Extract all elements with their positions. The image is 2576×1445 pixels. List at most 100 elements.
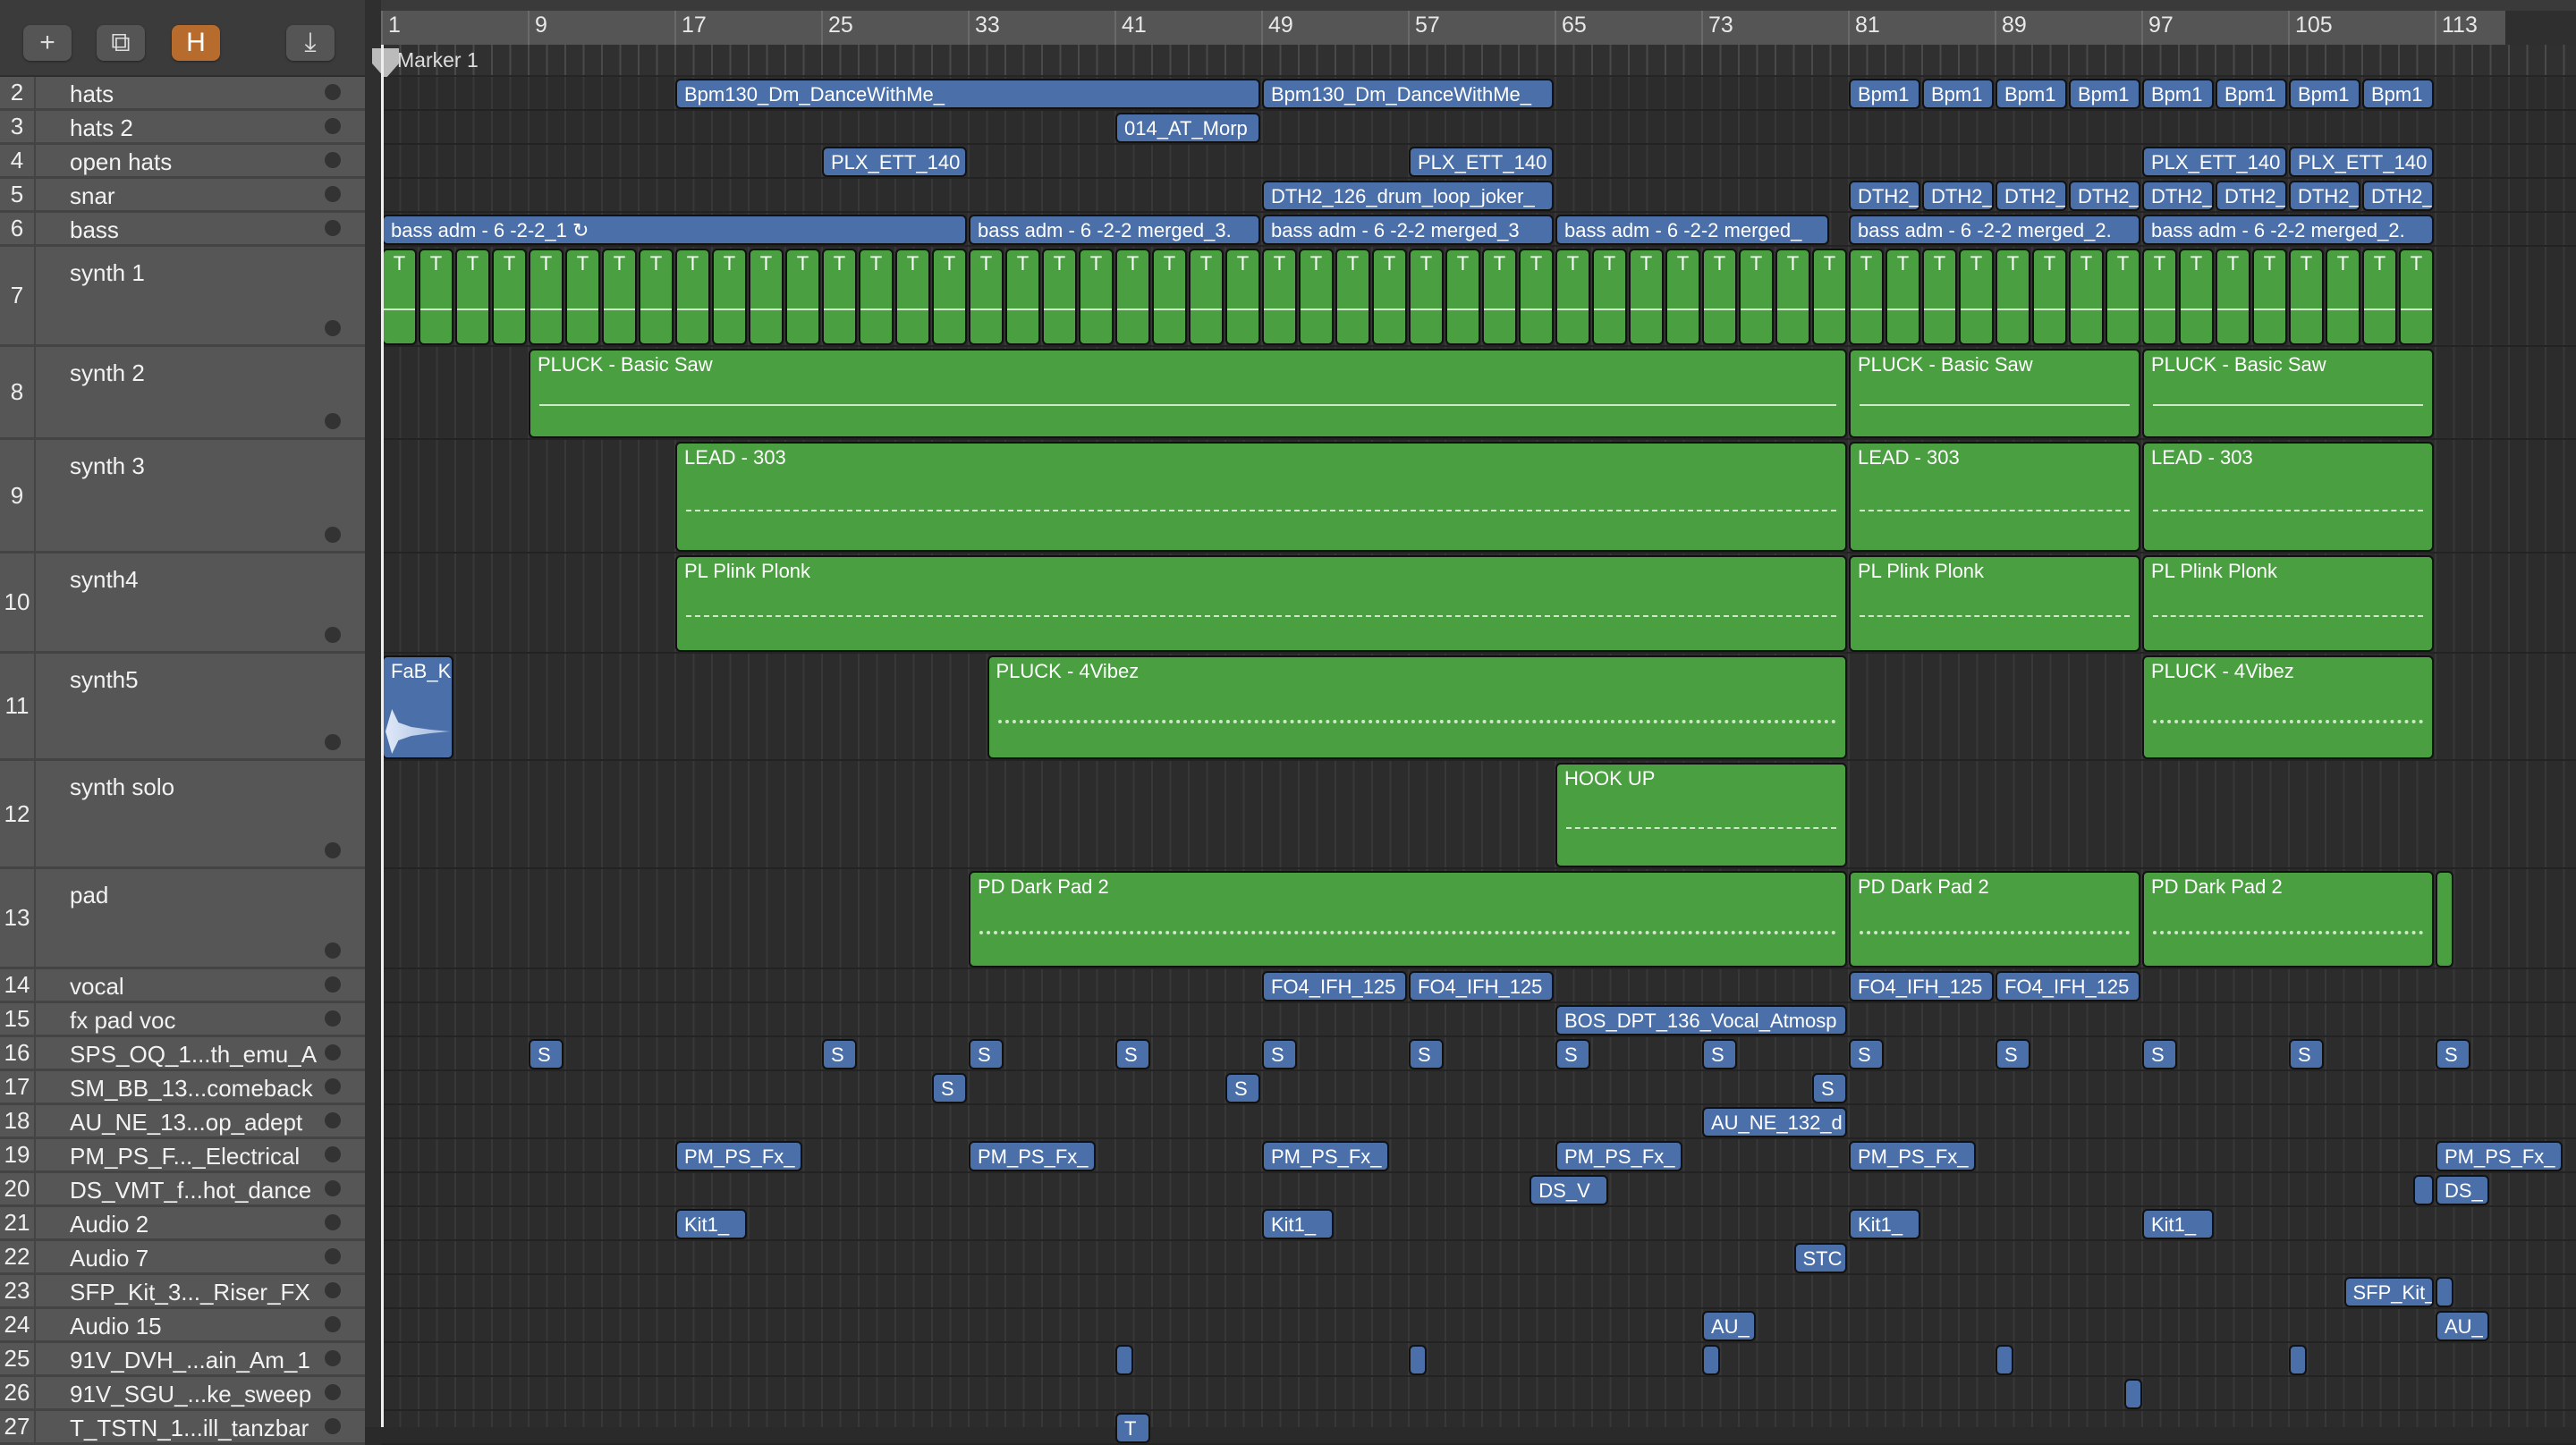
track-name[interactable]: synth4 <box>70 566 139 594</box>
track-header-13[interactable]: 13 pad <box>0 869 365 969</box>
midi-clip[interactable]: T <box>1592 249 1627 345</box>
region[interactable]: S <box>2289 1039 2324 1069</box>
region[interactable]: FaB_Ki <box>382 655 453 759</box>
region[interactable] <box>1115 1345 1133 1375</box>
region[interactable]: S <box>2142 1039 2177 1069</box>
track-header-12[interactable]: 12 synth solo <box>0 761 365 869</box>
region[interactable]: PM_PS_Fx_ <box>1849 1141 1976 1171</box>
region[interactable]: DTH2_ <box>2362 181 2434 211</box>
region[interactable]: SFP_Kit_ <box>2343 1277 2434 1307</box>
track-header-16[interactable]: 16 SPS_OQ_1...th_emu_A <box>0 1037 365 1071</box>
region[interactable]: HOOK UP <box>1555 763 1847 867</box>
midi-clip[interactable]: T <box>1665 249 1700 345</box>
record-enable-button[interactable] <box>325 1044 341 1061</box>
record-enable-button[interactable] <box>325 527 341 543</box>
track-header-17[interactable]: 17 SM_BB_13...comeback <box>0 1071 365 1105</box>
record-enable-button[interactable] <box>325 84 341 100</box>
midi-clip[interactable]: T <box>1262 249 1297 345</box>
track-header-8[interactable]: 8 synth 2 <box>0 347 365 440</box>
region[interactable]: PM_PS_Fx_ <box>969 1141 1096 1171</box>
track-name[interactable]: pad <box>70 882 108 909</box>
region[interactable] <box>1409 1345 1427 1375</box>
midi-clip[interactable]: T <box>675 249 710 345</box>
midi-clip[interactable]: T <box>2399 249 2434 345</box>
track-name[interactable]: synth solo <box>70 773 174 801</box>
track-header-2[interactable]: 2 hats <box>0 77 365 111</box>
midi-clip[interactable]: T <box>1482 249 1517 345</box>
midi-clip[interactable]: T <box>2069 249 2104 345</box>
track-name[interactable]: synth 1 <box>70 259 145 287</box>
record-enable-button[interactable] <box>325 1384 341 1400</box>
region[interactable]: STC <box>1793 1243 1847 1273</box>
midi-clip[interactable]: T <box>1409 249 1444 345</box>
region[interactable]: S <box>1262 1039 1297 1069</box>
midi-clip[interactable]: T <box>1189 249 1224 345</box>
track-name[interactable]: synth 2 <box>70 359 145 387</box>
region[interactable]: Bpm130_Dm_DanceWithMe_ <box>1262 79 1554 109</box>
region[interactable]: bass adm - 6 -2-2 merged_3. <box>969 215 1260 245</box>
record-enable-button[interactable] <box>325 842 341 858</box>
region[interactable] <box>1996 1345 2013 1375</box>
midi-clip[interactable]: T <box>492 249 527 345</box>
track-header-26[interactable]: 26 91V_SGU_...ke_sweep <box>0 1377 365 1411</box>
marker-track[interactable]: Marker 1 <box>372 45 2576 79</box>
midi-clip[interactable]: T <box>1849 249 1884 345</box>
region[interactable]: bass adm - 6 -2-2 merged_2. <box>1849 215 2140 245</box>
region[interactable] <box>2123 1379 2142 1409</box>
track-header-11[interactable]: 11 synth5 <box>0 654 365 761</box>
midi-clip[interactable]: T <box>1959 249 1994 345</box>
region[interactable]: PM_PS_Fx_ <box>1555 1141 1682 1171</box>
region[interactable]: PM_PS_Fx_ <box>1262 1141 1389 1171</box>
track-header-15[interactable]: 15 fx pad voc <box>0 1003 365 1037</box>
midi-clip[interactable]: T <box>1335 249 1370 345</box>
track-name[interactable]: vocal <box>70 973 124 1001</box>
region[interactable]: FO4_IFH_125 <box>1849 971 1994 1001</box>
midi-clip[interactable]: T <box>2106 249 2140 345</box>
midi-clip[interactable]: T <box>1775 249 1810 345</box>
region[interactable]: DTH2_ <box>1849 181 1920 211</box>
region[interactable]: S <box>969 1039 1004 1069</box>
region[interactable]: S <box>1555 1039 1590 1069</box>
midi-clip[interactable]: T <box>895 249 930 345</box>
record-enable-button[interactable] <box>325 976 341 993</box>
track-name[interactable]: SM_BB_13...comeback <box>70 1075 313 1103</box>
track-header-23[interactable]: 23 SFP_Kit_3..._Riser_FX <box>0 1275 365 1309</box>
region[interactable] <box>1702 1345 1720 1375</box>
midi-clip[interactable]: T <box>2252 249 2287 345</box>
track-header-18[interactable]: 18 AU_NE_13...op_adept <box>0 1105 365 1139</box>
region[interactable]: DTH2_ <box>2289 181 2360 211</box>
midi-clip[interactable]: T <box>1519 249 1554 345</box>
record-enable-button[interactable] <box>325 1180 341 1196</box>
track-header-25[interactable]: 25 91V_DVH_...ain_Am_1 <box>0 1343 365 1377</box>
region[interactable]: DS_V <box>1530 1175 1609 1205</box>
region[interactable]: PLUCK - Basic Saw <box>2142 349 2434 438</box>
record-enable-button[interactable] <box>325 734 341 750</box>
track-name[interactable]: bass <box>70 216 119 244</box>
track-name[interactable]: synth 3 <box>70 452 145 480</box>
track-name[interactable]: SPS_OQ_1...th_emu_A <box>70 1041 317 1069</box>
track-name[interactable]: hats 2 <box>70 114 133 142</box>
midi-clip[interactable]: T <box>1702 249 1737 345</box>
track-header-7[interactable]: 7 synth 1 <box>0 247 365 347</box>
region[interactable]: S <box>1702 1039 1737 1069</box>
midi-clip[interactable]: T <box>1996 249 2030 345</box>
midi-clip[interactable]: T <box>1445 249 1480 345</box>
record-enable-button[interactable] <box>325 1010 341 1027</box>
record-enable-button[interactable] <box>325 1078 341 1094</box>
track-header-10[interactable]: 10 synth4 <box>0 553 365 654</box>
midi-clip[interactable]: T <box>455 249 490 345</box>
hide-tracks-button[interactable]: H <box>172 25 220 61</box>
record-enable-button[interactable] <box>325 118 341 134</box>
midi-clip[interactable]: T <box>2326 249 2360 345</box>
track-header-14[interactable]: 14 vocal <box>0 969 365 1003</box>
midi-clip[interactable]: T <box>1299 249 1334 345</box>
record-enable-button[interactable] <box>325 627 341 643</box>
region[interactable]: PL Plink Plonk <box>675 555 1847 652</box>
region[interactable]: AU_NE_132_d <box>1702 1107 1847 1137</box>
midi-clip[interactable]: T <box>639 249 674 345</box>
marker-1[interactable]: Marker 1 <box>372 48 479 79</box>
region[interactable]: S <box>1225 1073 1260 1103</box>
region[interactable]: Bpm1 <box>1996 79 2067 109</box>
region[interactable]: PL Plink Plonk <box>1849 555 2140 652</box>
midi-clip[interactable]: T <box>2179 249 2214 345</box>
